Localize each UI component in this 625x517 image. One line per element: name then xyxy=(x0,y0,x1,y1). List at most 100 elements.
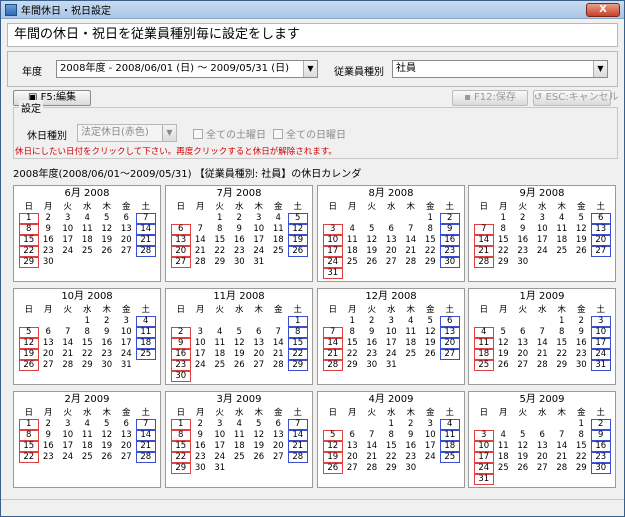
day-cell[interactable]: 3 xyxy=(210,419,230,430)
day-cell[interactable]: 28 xyxy=(552,463,572,474)
day-cell[interactable]: 27 xyxy=(513,360,533,371)
day-cell[interactable]: 22 xyxy=(421,246,441,257)
day-cell[interactable]: 12 xyxy=(19,338,39,349)
day-cell[interactable]: 7 xyxy=(269,327,289,338)
chevron-down-icon[interactable]: ▼ xyxy=(593,61,607,77)
day-cell[interactable]: 7 xyxy=(533,327,553,338)
day-cell[interactable]: 20 xyxy=(343,452,363,463)
year-select[interactable]: 2008年度 - 2008/06/01 (日) ～ 2009/05/31 (日)… xyxy=(56,60,318,78)
day-cell[interactable]: 7 xyxy=(401,224,421,235)
day-cell[interactable]: 5 xyxy=(362,224,382,235)
day-cell[interactable]: 11 xyxy=(78,430,98,441)
day-cell[interactable]: 30 xyxy=(230,257,250,268)
day-cell[interactable]: 29 xyxy=(343,360,363,371)
day-cell[interactable]: 21 xyxy=(191,246,211,257)
day-cell[interactable]: 12 xyxy=(494,338,514,349)
day-cell[interactable]: 1 xyxy=(19,213,39,224)
day-cell[interactable]: 9 xyxy=(39,224,59,235)
day-cell[interactable]: 27 xyxy=(171,257,191,268)
day-cell[interactable]: 10 xyxy=(474,441,494,452)
day-cell[interactable]: 9 xyxy=(97,327,117,338)
day-cell[interactable]: 7 xyxy=(323,327,343,338)
day-cell[interactable]: 18 xyxy=(401,338,421,349)
day-cell[interactable]: 13 xyxy=(513,338,533,349)
day-cell[interactable]: 23 xyxy=(39,246,59,257)
day-cell[interactable]: 7 xyxy=(362,430,382,441)
day-cell[interactable]: 3 xyxy=(323,224,343,235)
day-cell[interactable]: 4 xyxy=(210,327,230,338)
day-cell[interactable]: 9 xyxy=(440,224,460,235)
day-cell[interactable]: 24 xyxy=(533,246,553,257)
day-cell[interactable]: 25 xyxy=(440,452,460,463)
day-cell[interactable]: 26 xyxy=(19,360,39,371)
close-button[interactable]: X xyxy=(586,2,620,17)
day-cell[interactable]: 5 xyxy=(230,327,250,338)
day-cell[interactable]: 24 xyxy=(474,463,494,474)
day-cell[interactable]: 1 xyxy=(78,316,98,327)
day-cell[interactable]: 21 xyxy=(552,452,572,463)
day-cell[interactable]: 21 xyxy=(533,349,553,360)
day-cell[interactable]: 1 xyxy=(552,316,572,327)
day-cell[interactable]: 18 xyxy=(440,441,460,452)
day-cell[interactable]: 22 xyxy=(210,246,230,257)
day-cell[interactable]: 26 xyxy=(362,257,382,268)
day-cell[interactable]: 1 xyxy=(421,213,441,224)
day-cell[interactable]: 5 xyxy=(572,213,592,224)
day-cell[interactable]: 14 xyxy=(58,338,78,349)
day-cell[interactable]: 27 xyxy=(269,452,289,463)
day-cell[interactable]: 14 xyxy=(362,441,382,452)
day-cell[interactable]: 19 xyxy=(97,441,117,452)
day-cell[interactable]: 14 xyxy=(136,430,156,441)
day-cell[interactable]: 27 xyxy=(117,246,137,257)
day-cell[interactable]: 27 xyxy=(117,452,137,463)
day-cell[interactable]: 3 xyxy=(382,316,402,327)
day-cell[interactable]: 3 xyxy=(591,316,611,327)
day-cell[interactable]: 23 xyxy=(171,360,191,371)
day-cell[interactable]: 12 xyxy=(97,224,117,235)
day-cell[interactable]: 15 xyxy=(421,235,441,246)
day-cell[interactable]: 24 xyxy=(249,246,269,257)
day-cell[interactable]: 4 xyxy=(269,213,289,224)
day-cell[interactable]: 24 xyxy=(58,246,78,257)
day-cell[interactable]: 5 xyxy=(97,419,117,430)
day-cell[interactable]: 4 xyxy=(401,316,421,327)
day-cell[interactable]: 29 xyxy=(552,360,572,371)
day-cell[interactable]: 3 xyxy=(58,213,78,224)
day-cell[interactable]: 27 xyxy=(39,360,59,371)
day-cell[interactable]: 12 xyxy=(249,430,269,441)
day-cell[interactable]: 28 xyxy=(474,257,494,268)
day-cell[interactable]: 14 xyxy=(136,224,156,235)
day-cell[interactable]: 15 xyxy=(288,338,308,349)
day-cell[interactable]: 17 xyxy=(382,338,402,349)
day-cell[interactable]: 4 xyxy=(494,430,514,441)
day-cell[interactable]: 16 xyxy=(39,441,59,452)
day-cell[interactable]: 31 xyxy=(249,257,269,268)
day-cell[interactable]: 13 xyxy=(440,327,460,338)
employee-type-select[interactable]: 社員 ▼ xyxy=(392,60,608,78)
day-cell[interactable]: 23 xyxy=(39,452,59,463)
day-cell[interactable]: 15 xyxy=(78,338,98,349)
day-cell[interactable]: 19 xyxy=(572,235,592,246)
day-cell[interactable]: 22 xyxy=(494,246,514,257)
day-cell[interactable]: 5 xyxy=(494,327,514,338)
day-cell[interactable]: 15 xyxy=(494,235,514,246)
day-cell[interactable]: 31 xyxy=(323,268,343,279)
day-cell[interactable]: 31 xyxy=(210,463,230,474)
day-cell[interactable]: 11 xyxy=(552,224,572,235)
day-cell[interactable]: 15 xyxy=(343,338,363,349)
day-cell[interactable]: 4 xyxy=(78,419,98,430)
day-cell[interactable]: 17 xyxy=(58,441,78,452)
day-cell[interactable]: 21 xyxy=(362,452,382,463)
day-cell[interactable]: 19 xyxy=(230,349,250,360)
day-cell[interactable]: 24 xyxy=(382,349,402,360)
day-cell[interactable]: 7 xyxy=(136,213,156,224)
title-bar[interactable]: 年間休日・祝日設定 X xyxy=(1,1,624,19)
day-cell[interactable]: 9 xyxy=(513,224,533,235)
day-cell[interactable]: 25 xyxy=(210,360,230,371)
day-cell[interactable]: 8 xyxy=(552,327,572,338)
day-cell[interactable]: 12 xyxy=(513,441,533,452)
day-cell[interactable]: 23 xyxy=(230,246,250,257)
day-cell[interactable]: 9 xyxy=(191,430,211,441)
day-cell[interactable]: 1 xyxy=(494,213,514,224)
save-button[interactable]: ▪ F12:保存 xyxy=(452,90,528,106)
